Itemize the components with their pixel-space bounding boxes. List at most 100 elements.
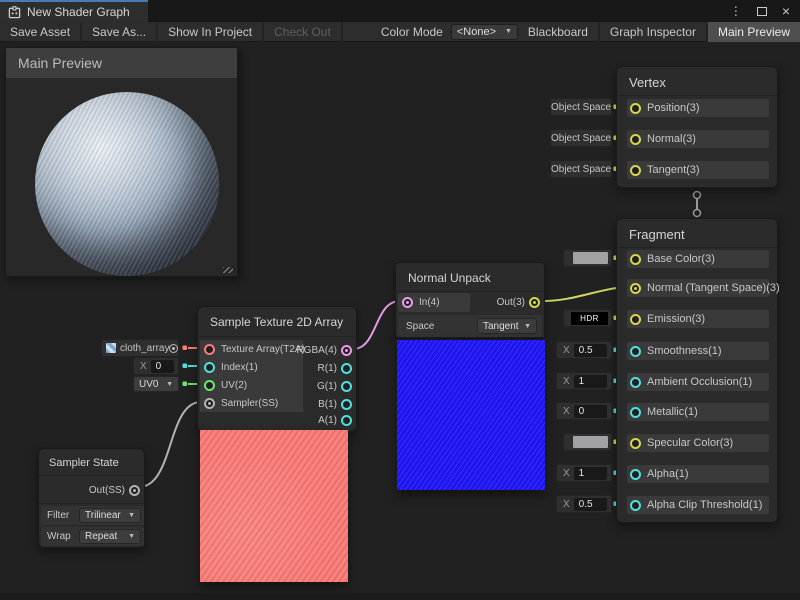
slot-position: Position(3) (627, 99, 769, 117)
save-as-button[interactable]: Save As... (82, 22, 158, 42)
main-preview-title: Main Preview (18, 55, 102, 71)
node-normal-unpack[interactable]: Normal Unpack In(4) Out(3) Space Tangent… (395, 262, 545, 338)
slot-label: Ambient Occlusion(1) (647, 376, 752, 388)
port-normal-input[interactable] (630, 134, 641, 145)
port-b-output[interactable] (341, 399, 352, 410)
main-preview-button[interactable]: Main Preview (708, 22, 800, 42)
ambient-occlusion-field[interactable]: X 1 (556, 372, 612, 390)
more-options-icon[interactable]: ⋮ (730, 5, 742, 17)
blackboard-button[interactable]: Blackboard (518, 22, 600, 42)
toolbar: Save Asset Save As... Show In Project Ch… (0, 22, 800, 42)
check-out-button: Check Out (264, 22, 343, 42)
texture-thumbnail-icon (106, 343, 116, 353)
slot-label: A(1) (318, 415, 337, 426)
port-ambient-occlusion[interactable] (630, 377, 641, 388)
chevron-down-icon: ▼ (128, 533, 135, 540)
main-preview-window: Main Preview (5, 47, 238, 277)
divider (617, 247, 777, 248)
tab-shader-graph[interactable]: New Shader Graph (0, 0, 148, 22)
smoothness-field[interactable]: X 0.5 (556, 341, 612, 359)
space-label: Space (406, 321, 434, 332)
close-icon[interactable]: × (782, 4, 790, 18)
port-sampler[interactable] (204, 398, 215, 409)
port-smoothness[interactable] (630, 346, 641, 357)
slot-tangent: Tangent(3) (627, 161, 769, 179)
alpha-clip-threshold-field[interactable]: X 0.5 (556, 495, 612, 513)
slot-smoothness: Smoothness(1) (627, 342, 769, 360)
main-preview-header[interactable]: Main Preview (6, 48, 237, 78)
object-space-badge-tangent[interactable]: Object Space (550, 160, 612, 178)
port-texture-array[interactable] (204, 344, 215, 355)
wrap-dropdown[interactable]: Repeat ▼ (79, 529, 141, 544)
space-dropdown[interactable]: Tangent ▼ (477, 318, 537, 334)
color-swatch[interactable] (573, 436, 608, 448)
slot-r-output: R(1) (284, 359, 354, 377)
uv-channel-dropdown[interactable]: UV0 ▼ (133, 376, 179, 392)
slot-label: Tangent(3) (647, 164, 700, 176)
color-swatch[interactable] (573, 252, 608, 264)
wrap-row: Wrap Repeat ▼ (41, 527, 144, 546)
slot-g-output: G(1) (284, 377, 354, 395)
show-in-project-button[interactable]: Show In Project (158, 22, 264, 42)
index-field[interactable]: X 0 (133, 357, 179, 375)
color-mode-dropdown[interactable]: <None> ▼ (451, 24, 518, 40)
float-input[interactable]: 0 (151, 360, 174, 373)
slot-alpha: Alpha(1) (627, 465, 769, 483)
slot-label: Out(SS) (89, 485, 125, 496)
port-position-input[interactable] (630, 103, 641, 114)
port-in4[interactable] (402, 297, 413, 308)
emission-hdr-field[interactable]: HDR (563, 309, 612, 327)
object-space-badge-normal[interactable]: Object Space (550, 129, 612, 147)
slot-label: Position(3) (647, 102, 700, 114)
object-space-badge-position[interactable]: Object Space (550, 98, 612, 116)
metallic-field[interactable]: X 0 (556, 402, 612, 420)
node-fragment[interactable]: Fragment Base Color(3) Normal (Tangent S… (616, 218, 778, 523)
port-rgba-output[interactable] (341, 345, 352, 356)
slot-ambient-occlusion: Ambient Occlusion(1) (627, 373, 769, 391)
resize-handle[interactable] (223, 267, 233, 273)
base-color-swatch-field[interactable] (563, 249, 612, 267)
port-tangent-input[interactable] (630, 165, 641, 176)
port-g-output[interactable] (341, 381, 352, 392)
port-out-ss[interactable] (129, 485, 140, 496)
port-base-color[interactable] (630, 254, 641, 265)
cloth-array-field[interactable]: cloth_array (101, 339, 179, 357)
save-asset-button[interactable]: Save Asset (0, 22, 82, 42)
port-out3[interactable] (529, 297, 540, 308)
port-alpha-clip-threshold[interactable] (630, 500, 641, 511)
node-sampler-state[interactable]: Sampler State Out(SS) Filter Trilinear ▼… (38, 448, 145, 548)
port-a-output[interactable] (341, 415, 352, 426)
slot-label: RGBA(4) (296, 345, 337, 356)
port-index[interactable] (204, 362, 215, 373)
float-input[interactable]: 1 (574, 375, 607, 388)
slot-emission: Emission(3) (627, 310, 769, 328)
window-controls: ⋮ × (730, 0, 800, 22)
port-emission[interactable] (630, 314, 641, 325)
port-metallic[interactable] (630, 407, 641, 418)
space-value: Tangent (483, 321, 519, 332)
slot-label: Out(3) (497, 297, 525, 308)
port-alpha[interactable] (630, 469, 641, 480)
port-normal-tangent-space[interactable] (630, 283, 641, 294)
slot-label: In(4) (419, 297, 440, 308)
alpha-field[interactable]: X 1 (556, 464, 612, 482)
graph-inspector-button[interactable]: Graph Inspector (600, 22, 708, 42)
filter-dropdown[interactable]: Trilinear ▼ (79, 508, 141, 523)
port-uv[interactable] (204, 380, 215, 391)
sample-texture-title: Sample Texture 2D Array (210, 315, 343, 329)
float-input[interactable]: 0.5 (574, 344, 607, 357)
hdr-color-swatch[interactable]: HDR (571, 312, 608, 325)
object-picker-icon[interactable] (169, 344, 178, 353)
chevron-down-icon: ▼ (505, 28, 512, 35)
specular-color-swatch-field[interactable] (563, 433, 612, 451)
port-r-output[interactable] (341, 363, 352, 374)
node-vertex[interactable]: Vertex Position(3) Normal(3) Tangent(3) (616, 66, 778, 188)
maximize-icon[interactable] (757, 7, 767, 16)
port-specular-color[interactable] (630, 438, 641, 449)
float-input[interactable]: 1 (574, 467, 607, 480)
float-input[interactable]: 0 (574, 405, 607, 418)
node-sample-texture-2d-array[interactable]: Sample Texture 2D Array Texture Array(T2… (197, 306, 357, 432)
float-input[interactable]: 0.5 (574, 498, 607, 511)
canvas-bottom-strip (0, 593, 800, 600)
graph-canvas[interactable]: Main Preview Vertex Position(3) Normal(3… (0, 42, 800, 600)
